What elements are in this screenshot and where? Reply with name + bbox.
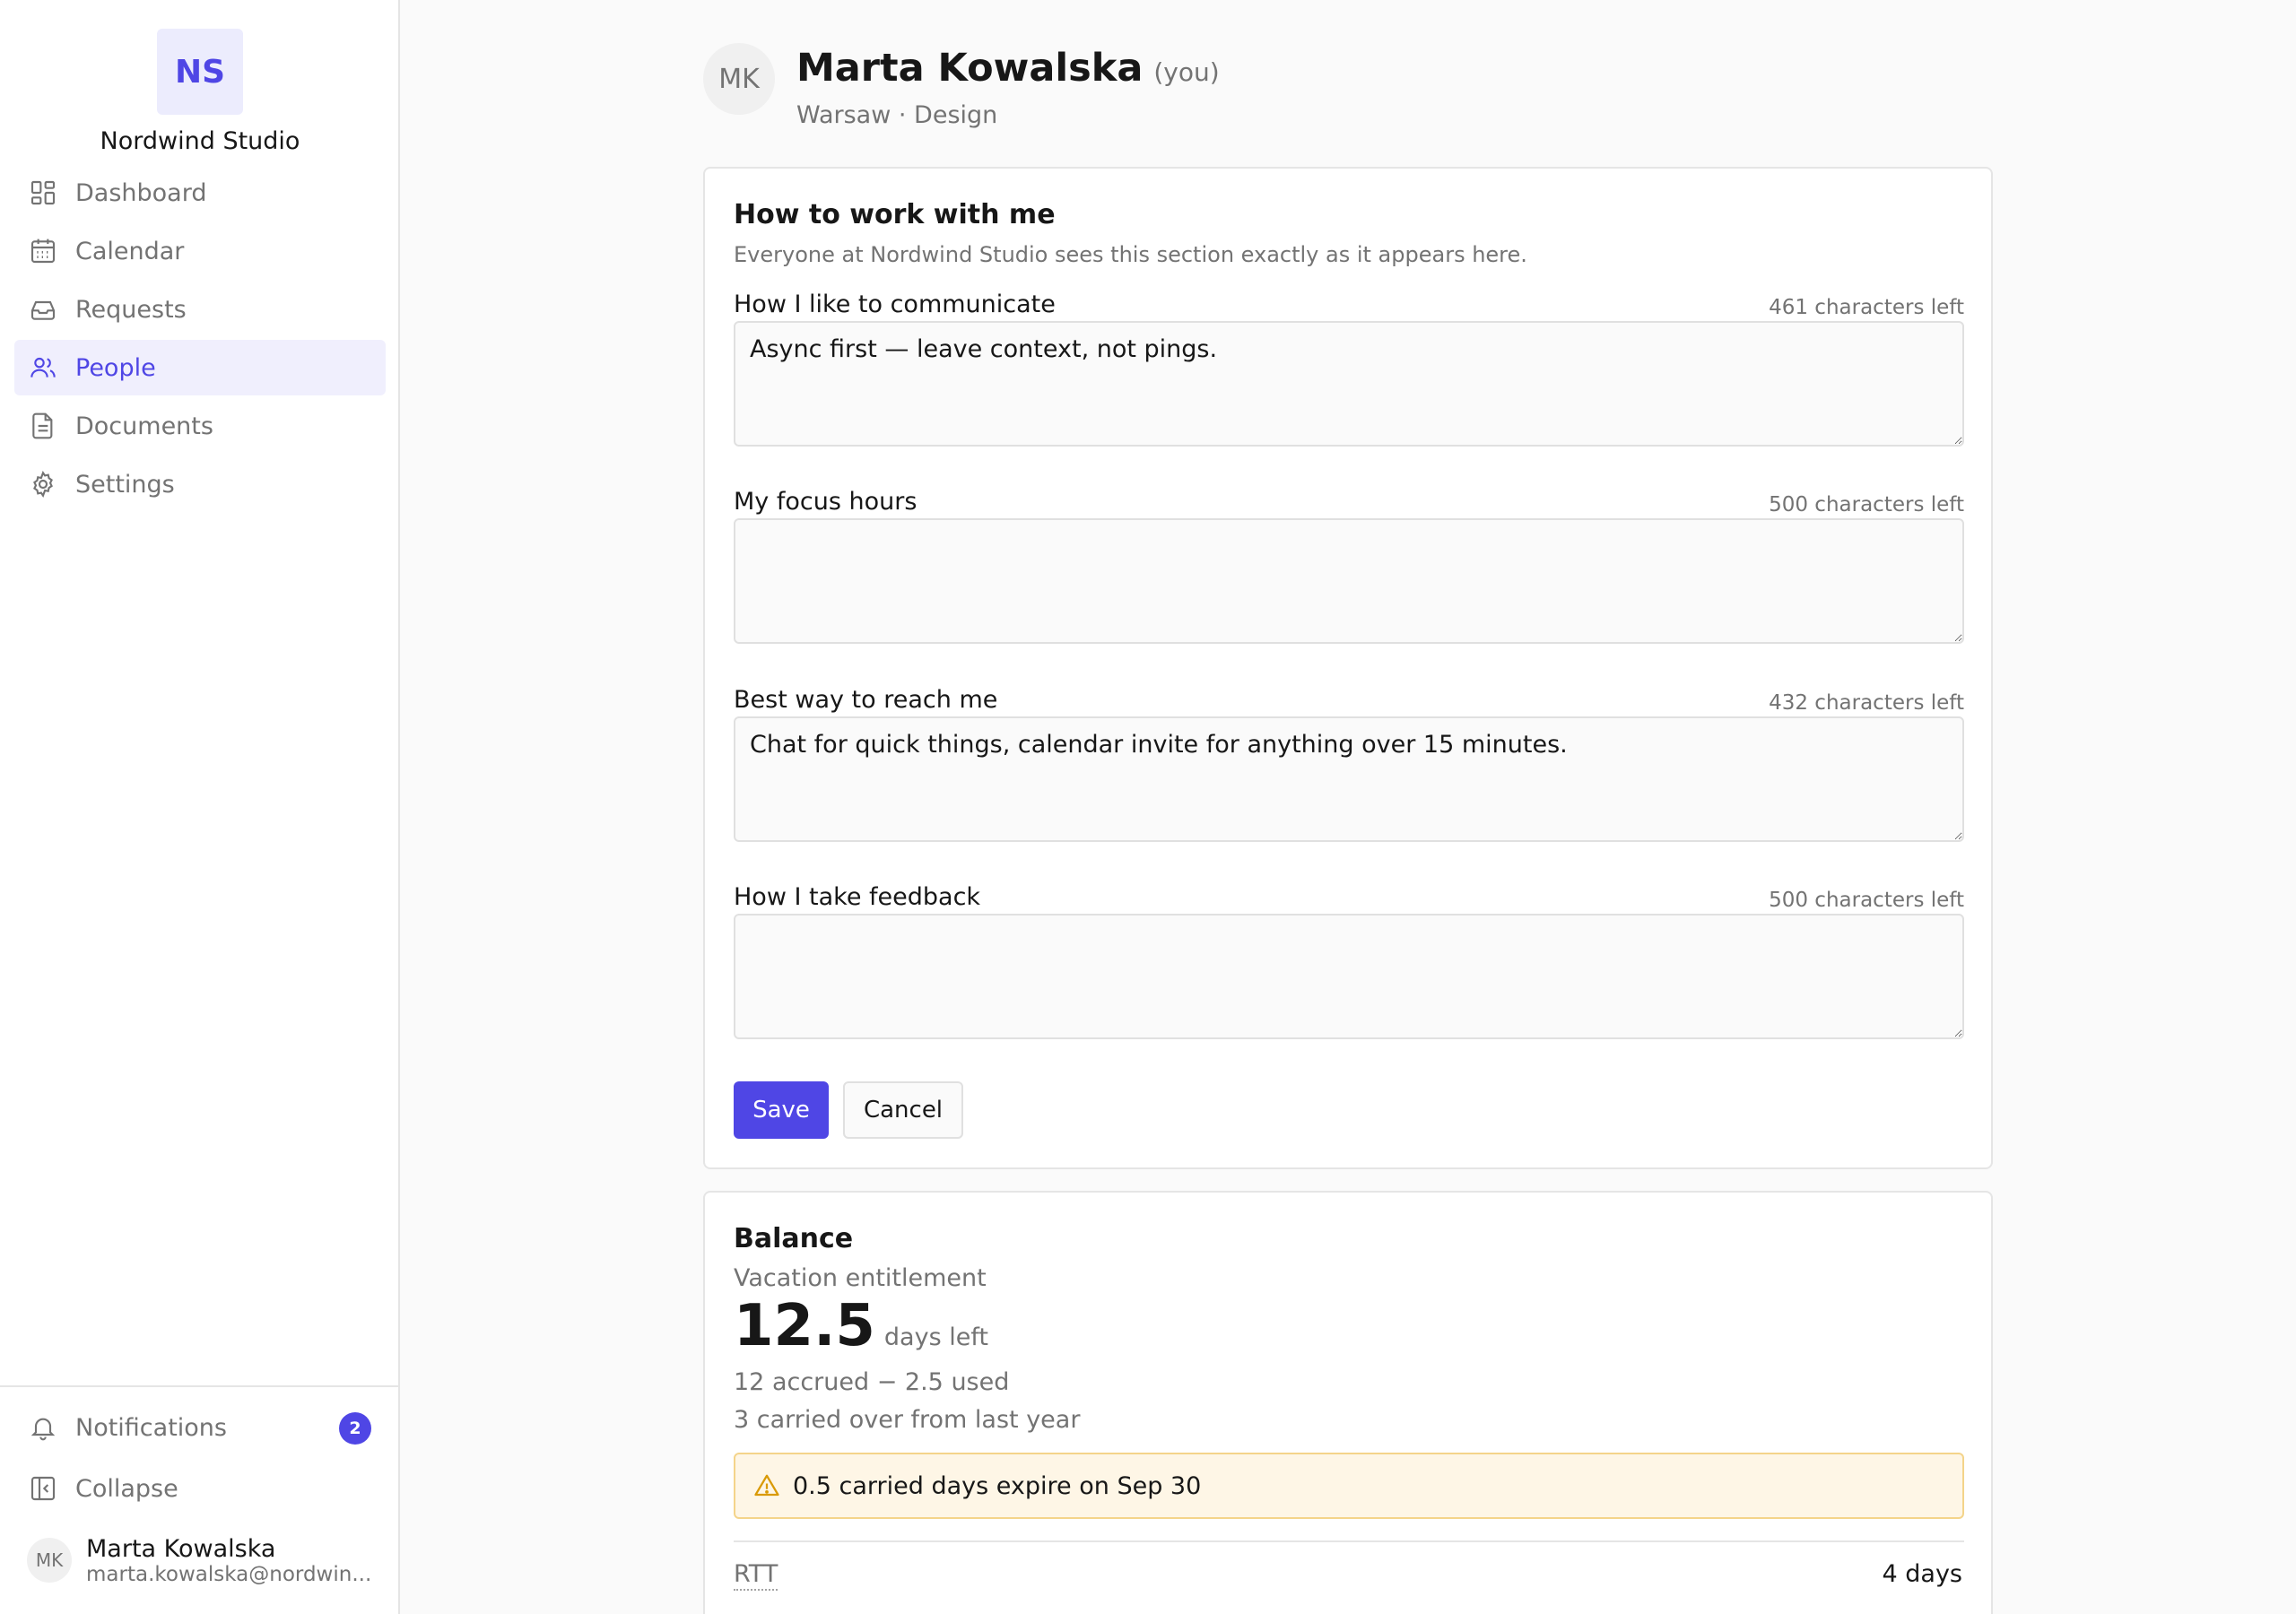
reach-me-textarea[interactable] xyxy=(734,716,1964,842)
save-button[interactable]: Save xyxy=(734,1081,829,1139)
cancel-button[interactable]: Cancel xyxy=(843,1081,963,1139)
card-title: Balance xyxy=(734,1223,854,1254)
field-label: How I like to communicate xyxy=(734,291,1056,318)
character-counter: 500 characters left xyxy=(1769,493,1964,516)
notifications-label: Notifications xyxy=(75,1413,227,1442)
balance-card: Balance Vacation entitlement 12.5 days l… xyxy=(703,1191,1993,1614)
bell-icon xyxy=(29,1413,57,1442)
document-icon xyxy=(29,412,57,440)
notifications-count-badge: 2 xyxy=(339,1412,371,1445)
character-counter: 461 characters left xyxy=(1769,296,1964,319)
main-content: MK Marta Kowalska (you) Warsaw · Design H… xyxy=(400,0,2296,1614)
warning-icon xyxy=(753,1472,780,1499)
sidebar-item-label: Dashboard xyxy=(75,178,207,207)
card-description: Everyone at Nordwind Studio sees this se… xyxy=(734,242,1527,267)
communicate-field: How I like to communicate 461 characters… xyxy=(734,291,1964,452)
people-icon xyxy=(29,353,57,382)
sidebar-item-people[interactable]: People xyxy=(14,340,386,395)
dashboard-icon xyxy=(29,178,57,207)
accrued-line: 12 accrued − 2.5 used xyxy=(734,1368,1010,1396)
communicate-textarea[interactable] xyxy=(734,321,1964,447)
rtt-label[interactable]: RTT xyxy=(734,1560,778,1591)
reach-me-field: Best way to reach me 432 characters left xyxy=(734,686,1964,847)
character-counter: 432 characters left xyxy=(1769,691,1964,715)
collapse-button[interactable]: Collapse xyxy=(14,1462,386,1515)
profile-name: Marta Kowalska xyxy=(796,46,1144,91)
sidebar-item-label: Documents xyxy=(75,412,213,440)
character-counter: 500 characters left xyxy=(1769,889,1964,912)
sidebar-footer: Notifications 2 Collapse xyxy=(0,1385,400,1503)
inbox-icon xyxy=(29,295,57,324)
focus-hours-field: My focus hours 500 characters left xyxy=(734,488,1964,649)
sidebar-item-label: Calendar xyxy=(75,237,185,265)
divider xyxy=(734,1540,1964,1542)
field-label: My focus hours xyxy=(734,488,918,516)
card-title: How to work with me xyxy=(734,199,1056,230)
brand-name: Nordwind Studio xyxy=(100,127,300,155)
days-left: 12.5 days left xyxy=(734,1293,988,1359)
sidebar-item-label: Settings xyxy=(75,470,175,499)
field-label: Best way to reach me xyxy=(734,686,998,714)
gear-icon xyxy=(29,470,57,499)
brand: NS Nordwind Studio xyxy=(0,29,400,155)
sidebar-item-calendar[interactable]: Calendar xyxy=(14,223,386,279)
entitlement-label: Vacation entitlement xyxy=(734,1264,987,1292)
collapse-icon xyxy=(29,1474,57,1503)
sidebar-item-requests[interactable]: Requests xyxy=(14,282,386,337)
brand-logo: NS xyxy=(157,29,243,115)
user-email: marta.kowalska@nordwin... xyxy=(86,1562,372,1586)
profile-subtitle: Warsaw · Design xyxy=(796,101,998,129)
expiry-warning: 0.5 carried days expire on Sep 30 xyxy=(734,1453,1964,1519)
sidebar-item-label: People xyxy=(75,353,156,382)
avatar: MK xyxy=(27,1538,72,1583)
carried-line: 3 carried over from last year xyxy=(734,1406,1081,1434)
sidebar-item-dashboard[interactable]: Dashboard xyxy=(14,165,386,221)
profile-header: MK Marta Kowalska (you) Warsaw · Design xyxy=(703,43,1220,129)
warning-text: 0.5 carried days expire on Sep 30 xyxy=(793,1471,1202,1500)
profile-avatar: MK xyxy=(703,43,775,115)
page-title: Marta Kowalska (you) xyxy=(796,43,1220,98)
sidebar: NS Nordwind Studio Dashboard Calendar Re… xyxy=(0,0,400,1614)
field-label: How I take feedback xyxy=(734,883,981,911)
focus-hours-textarea[interactable] xyxy=(734,518,1964,644)
sidebar-nav: Dashboard Calendar Requests People Docum… xyxy=(14,165,386,515)
current-user[interactable]: MK Marta Kowalska marta.kowalska@nordwin… xyxy=(27,1529,386,1592)
sidebar-item-settings[interactable]: Settings xyxy=(14,456,386,512)
sidebar-item-documents[interactable]: Documents xyxy=(14,398,386,454)
work-with-me-card: How to work with me Everyone at Nordwind… xyxy=(703,167,1993,1169)
days-left-unit: days left xyxy=(883,1323,988,1351)
collapse-label: Collapse xyxy=(75,1474,178,1503)
you-tag: (you) xyxy=(1153,57,1220,87)
rtt-value: 4 days xyxy=(1882,1560,1963,1588)
sidebar-item-label: Requests xyxy=(75,295,187,324)
calendar-icon xyxy=(29,237,57,265)
days-left-value: 12.5 xyxy=(734,1293,875,1359)
notifications-button[interactable]: Notifications 2 xyxy=(14,1401,386,1454)
feedback-field: How I take feedback 500 characters left xyxy=(734,883,1964,1045)
user-name: Marta Kowalska xyxy=(86,1534,276,1563)
feedback-textarea[interactable] xyxy=(734,914,1964,1039)
